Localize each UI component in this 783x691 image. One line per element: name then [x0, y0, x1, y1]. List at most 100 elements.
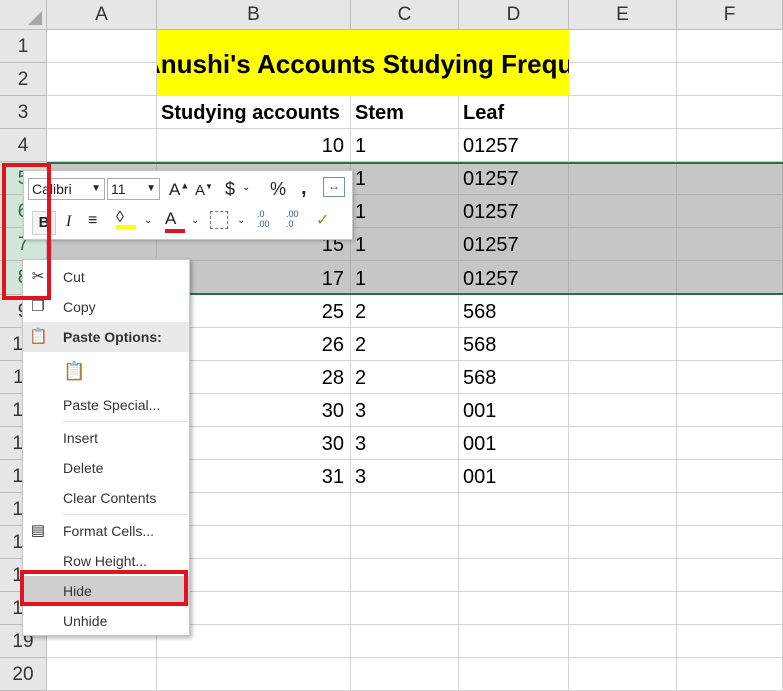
grid-cell[interactable]: [569, 195, 677, 228]
grid-cell[interactable]: [569, 493, 677, 526]
cell-stem[interactable]: 2: [351, 328, 459, 361]
grid-cell[interactable]: [351, 625, 459, 658]
grid-cell[interactable]: [569, 63, 677, 96]
grid-cell[interactable]: [569, 427, 677, 460]
cell-leaf[interactable]: 001: [459, 427, 569, 460]
grid-cell[interactable]: [569, 559, 677, 592]
grid-cell[interactable]: [677, 328, 783, 361]
grid-cell[interactable]: [677, 592, 783, 625]
align-center-icon[interactable]: ≡: [88, 212, 97, 230]
grid-cell[interactable]: [459, 493, 569, 526]
column-header-a[interactable]: A: [47, 0, 157, 30]
grid-cell[interactable]: [677, 30, 783, 63]
cell-leaf[interactable]: 568: [459, 295, 569, 328]
grid-cell[interactable]: [569, 162, 677, 195]
chevron-down-icon[interactable]: ⌄: [242, 182, 250, 193]
cell-stem[interactable]: 1: [351, 228, 459, 261]
grid-cell[interactable]: [157, 658, 351, 691]
grid-cell[interactable]: [677, 228, 783, 261]
grid-cell[interactable]: [569, 328, 677, 361]
cell-stem[interactable]: 1: [351, 129, 459, 162]
grid-cell[interactable]: [47, 96, 157, 129]
currency-format-button[interactable]: $: [225, 179, 235, 200]
grid-cell[interactable]: [677, 658, 783, 691]
grid-cell[interactable]: [677, 460, 783, 493]
grid-cell[interactable]: [569, 526, 677, 559]
grid-cell[interactable]: [569, 96, 677, 129]
grid-cell[interactable]: [677, 493, 783, 526]
grid-cell[interactable]: [351, 559, 459, 592]
cell-stem[interactable]: 2: [351, 295, 459, 328]
grid-cell[interactable]: [351, 658, 459, 691]
cell-leaf[interactable]: 01257: [459, 195, 569, 228]
increase-decimal-icon[interactable]: .0 .00: [257, 209, 279, 229]
font-color-icon[interactable]: A: [165, 209, 185, 233]
grid-cell[interactable]: [677, 361, 783, 394]
grid-cell[interactable]: [677, 394, 783, 427]
grid-cell[interactable]: [47, 129, 157, 162]
grid-cell[interactable]: [47, 30, 157, 63]
grid-cell[interactable]: [677, 195, 783, 228]
grid-cell[interactable]: [569, 394, 677, 427]
grid-cell[interactable]: [569, 295, 677, 328]
font-size-dropdown[interactable]: 11 ▼: [107, 178, 160, 200]
column-header-e[interactable]: E: [569, 0, 677, 30]
grid-cell[interactable]: [351, 526, 459, 559]
grid-cell[interactable]: [677, 162, 783, 195]
grid-cell[interactable]: [677, 427, 783, 460]
grid-cell[interactable]: [351, 592, 459, 625]
grid-cell[interactable]: [569, 228, 677, 261]
decrease-font-size-icon[interactable]: A▼: [195, 182, 213, 199]
grid-cell[interactable]: [677, 295, 783, 328]
cell-stem[interactable]: 3: [351, 394, 459, 427]
chevron-down-icon[interactable]: ⌄: [144, 215, 152, 226]
menu-item-insert[interactable]: Insert: [23, 423, 189, 453]
row-header-2[interactable]: 2: [0, 63, 47, 96]
grid-cell[interactable]: [677, 559, 783, 592]
format-painter-icon[interactable]: ✓: [316, 210, 329, 230]
cell-leaf[interactable]: 01257: [459, 162, 569, 195]
cell-leaf[interactable]: 01257: [459, 228, 569, 261]
menu-item-hide[interactable]: Hide: [23, 576, 189, 606]
cell-studying-accounts[interactable]: 10: [157, 129, 351, 162]
grid-cell[interactable]: [677, 63, 783, 96]
cell-leaf[interactable]: 001: [459, 460, 569, 493]
grid-cell[interactable]: [569, 129, 677, 162]
cell-leaf[interactable]: 01257: [459, 129, 569, 162]
grid-cell[interactable]: [459, 592, 569, 625]
column-header-f[interactable]: F: [677, 0, 783, 30]
fill-color-icon[interactable]: ◊: [116, 209, 136, 229]
comma-style-button[interactable]: ,: [301, 177, 307, 200]
cell-leaf[interactable]: 01257: [459, 261, 569, 295]
row-header-20[interactable]: 20: [0, 658, 47, 691]
menu-item-delete[interactable]: Delete: [23, 453, 189, 483]
menu-item-clear-contents[interactable]: Clear Contents: [23, 483, 189, 513]
grid-cell[interactable]: [677, 526, 783, 559]
grid-cell[interactable]: [677, 625, 783, 658]
select-all-corner[interactable]: [0, 0, 47, 30]
menu-item-paste-special[interactable]: Paste Special...: [23, 390, 189, 420]
grid-cell[interactable]: [47, 658, 157, 691]
cell-stem[interactable]: 3: [351, 460, 459, 493]
percent-style-button[interactable]: %: [270, 179, 286, 200]
grid-cell[interactable]: [569, 592, 677, 625]
italic-button[interactable]: I: [66, 213, 71, 231]
menu-item-row-height[interactable]: Row Height...: [23, 546, 189, 576]
grid-cell[interactable]: [351, 493, 459, 526]
cell-stem[interactable]: 1: [351, 261, 459, 295]
cell-leaf[interactable]: 568: [459, 361, 569, 394]
grid-cell[interactable]: [459, 526, 569, 559]
row-header-3[interactable]: 3: [0, 96, 47, 129]
menu-item-cut[interactable]: ✂ Cut: [23, 262, 189, 292]
wrap-text-icon[interactable]: ↔: [323, 177, 345, 197]
font-name-dropdown[interactable]: Calibri ▼: [28, 178, 105, 200]
grid-cell[interactable]: [677, 129, 783, 162]
chevron-down-icon[interactable]: ⌄: [191, 215, 199, 226]
column-header-b[interactable]: B: [157, 0, 351, 30]
borders-icon[interactable]: [210, 211, 228, 229]
grid-cell[interactable]: [569, 30, 677, 63]
grid-cell[interactable]: [569, 460, 677, 493]
grid-cell[interactable]: [569, 625, 677, 658]
grid-cell[interactable]: [459, 658, 569, 691]
cell-stem[interactable]: 1: [351, 162, 459, 195]
